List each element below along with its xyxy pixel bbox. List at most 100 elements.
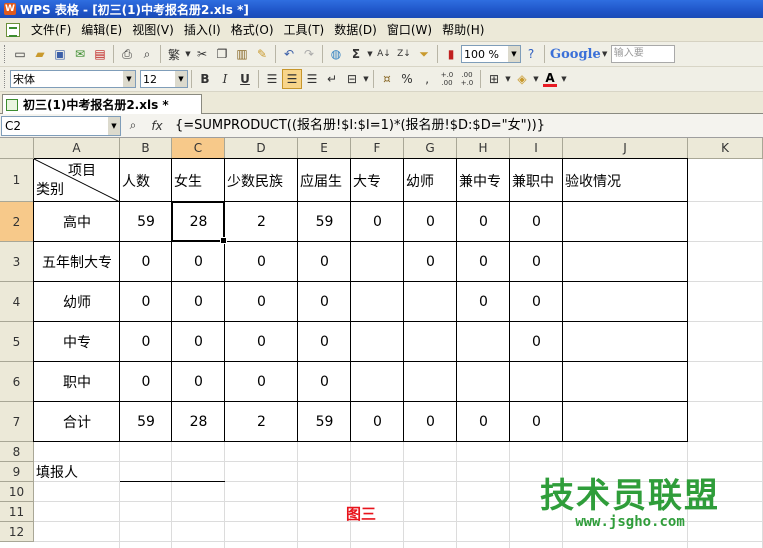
data-cell[interactable]: 0 <box>298 322 351 362</box>
row-header-2[interactable]: 2 <box>0 202 34 242</box>
data-cell[interactable]: 2 <box>225 402 298 442</box>
chevron-down-icon[interactable]: ▼ <box>175 71 187 87</box>
column-header-c[interactable]: C <box>172 138 225 159</box>
data-cell[interactable]: 0 <box>172 242 225 282</box>
dropdown-arrow-icon[interactable]: ▼ <box>184 44 192 64</box>
data-cell[interactable]: 59 <box>298 402 351 442</box>
data-cell[interactable]: 0 <box>510 202 563 242</box>
insert-function-button[interactable]: fx <box>145 119 169 133</box>
row-header-5[interactable]: 5 <box>0 322 34 362</box>
chevron-down-icon[interactable]: ▼ <box>108 116 120 135</box>
data-cell[interactable]: 0 <box>298 362 351 402</box>
column-header-d[interactable]: D <box>225 138 298 159</box>
data-cell[interactable]: 0 <box>404 202 457 242</box>
data-cell[interactable] <box>404 322 457 362</box>
column-header-a[interactable]: A <box>34 138 120 159</box>
data-cell[interactable]: 59 <box>298 202 351 242</box>
row-label-cell[interactable]: 合计 <box>34 402 120 442</box>
zoom-select[interactable]: 100 % ▼ <box>461 45 521 63</box>
column-header-f[interactable]: F <box>351 138 404 159</box>
data-cell[interactable]: 0 <box>225 362 298 402</box>
active-cell-selection[interactable] <box>171 201 227 244</box>
save-icon[interactable]: ▣ <box>50 44 70 64</box>
menu-format[interactable]: 格式(O) <box>226 20 279 40</box>
data-cell[interactable]: 0 <box>172 322 225 362</box>
row-header-1[interactable]: 1 <box>0 159 34 202</box>
row-header-4[interactable]: 4 <box>0 282 34 322</box>
zoom-lookup-icon[interactable]: ⌕ <box>121 118 145 133</box>
copy-icon[interactable]: ❐ <box>212 44 232 64</box>
undo-icon[interactable]: ↶ <box>279 44 299 64</box>
filler-label-cell[interactable]: 填报人 <box>34 462 78 482</box>
row-label-cell[interactable]: 高中 <box>34 202 120 242</box>
data-cell[interactable]: 0 <box>225 322 298 362</box>
borders-icon[interactable]: ⊞ <box>484 69 504 89</box>
data-cell[interactable]: 0 <box>351 402 404 442</box>
print-icon[interactable]: ⎙ <box>117 44 137 64</box>
header-cell[interactable]: 大专 <box>351 159 404 202</box>
column-header-g[interactable]: G <box>404 138 457 159</box>
data-cell[interactable]: 0 <box>172 282 225 322</box>
row-label-cell[interactable]: 职中 <box>34 362 120 402</box>
search-input[interactable]: 输入要 <box>610 45 675 63</box>
menu-view[interactable]: 视图(V) <box>127 20 179 40</box>
select-all-corner[interactable] <box>0 138 34 159</box>
data-cell[interactable] <box>351 362 404 402</box>
data-cell[interactable]: 0 <box>120 362 172 402</box>
menu-tools[interactable]: 工具(T) <box>279 20 330 40</box>
header-cell[interactable]: 少数民族 <box>225 159 298 202</box>
chevron-down-icon[interactable]: ▼ <box>508 46 520 62</box>
menu-data[interactable]: 数据(D) <box>329 20 382 40</box>
menu-window[interactable]: 窗口(W) <box>382 20 437 40</box>
wrap-text-icon[interactable]: ↵ <box>322 69 342 89</box>
sort-descending-icon[interactable]: Z↓ <box>394 44 414 64</box>
italic-button[interactable]: I <box>215 69 235 89</box>
font-name-select[interactable]: 宋体 ▼ <box>10 70 136 88</box>
formula-input[interactable]: {=SUMPRODUCT((报名册!$I:$I=1)*(报名册!$D:$D="女… <box>169 116 763 136</box>
data-cell[interactable] <box>404 282 457 322</box>
row-header-11[interactable]: 11 <box>0 502 34 522</box>
redo-icon[interactable]: ↷ <box>299 44 319 64</box>
help-icon[interactable]: ? <box>521 44 541 64</box>
export-pdf-icon[interactable]: ▤ <box>90 44 110 64</box>
row-header-3[interactable]: 3 <box>0 242 34 282</box>
dropdown-arrow-icon[interactable]: ▼ <box>560 69 568 89</box>
row-header-9[interactable]: 9 <box>0 462 34 482</box>
spreadsheet-doc-icon[interactable] <box>6 22 20 37</box>
align-center-icon[interactable]: ☰ <box>282 69 302 89</box>
new-document-icon[interactable]: ▭ <box>10 44 30 64</box>
row-label-cell[interactable]: 幼师 <box>34 282 120 322</box>
autosum-button[interactable]: Σ <box>346 44 366 64</box>
paste-icon[interactable]: ▥ <box>232 44 252 64</box>
data-cell[interactable]: 0 <box>510 402 563 442</box>
column-header-e[interactable]: E <box>298 138 351 159</box>
autofilter-icon[interactable]: ⏷ <box>414 44 434 64</box>
data-cell[interactable]: 0 <box>510 282 563 322</box>
data-cell[interactable] <box>404 362 457 402</box>
data-cell[interactable]: 0 <box>457 242 510 282</box>
header-cell[interactable]: 人数 <box>120 159 172 202</box>
header-cell[interactable]: 幼师 <box>404 159 457 202</box>
dropdown-arrow-icon[interactable]: ▼ <box>532 69 540 89</box>
data-cell[interactable]: 0 <box>298 242 351 282</box>
header-cell[interactable]: 验收情况 <box>563 159 688 202</box>
data-cell[interactable]: 0 <box>457 202 510 242</box>
comma-style-button[interactable]: ‚ <box>417 69 437 89</box>
decrease-decimal-button[interactable]: .00 +.0 <box>457 69 477 89</box>
data-cell[interactable] <box>510 362 563 402</box>
data-cell[interactable] <box>457 362 510 402</box>
data-cell[interactable]: 0 <box>457 402 510 442</box>
column-header-b[interactable]: B <box>120 138 172 159</box>
document-tab[interactable]: 初三(1)中考报名册2.xls * <box>2 94 202 114</box>
print-preview-icon[interactable]: ⌕ <box>137 44 157 64</box>
format-painter-icon[interactable]: ✎ <box>252 44 272 64</box>
google-search-logo[interactable]: Google <box>550 45 601 63</box>
merge-center-icon[interactable]: ⊟ <box>342 69 362 89</box>
align-right-icon[interactable]: ☰ <box>302 69 322 89</box>
cut-icon[interactable]: ✂ <box>192 44 212 64</box>
underline-button[interactable]: U <box>235 69 255 89</box>
data-cell[interactable]: 0 <box>120 282 172 322</box>
dropdown-arrow-icon[interactable]: ▼ <box>366 44 374 64</box>
fill-color-icon[interactable]: ◈ <box>512 69 532 89</box>
row-label-cell[interactable]: 五年制大专 <box>34 242 120 282</box>
